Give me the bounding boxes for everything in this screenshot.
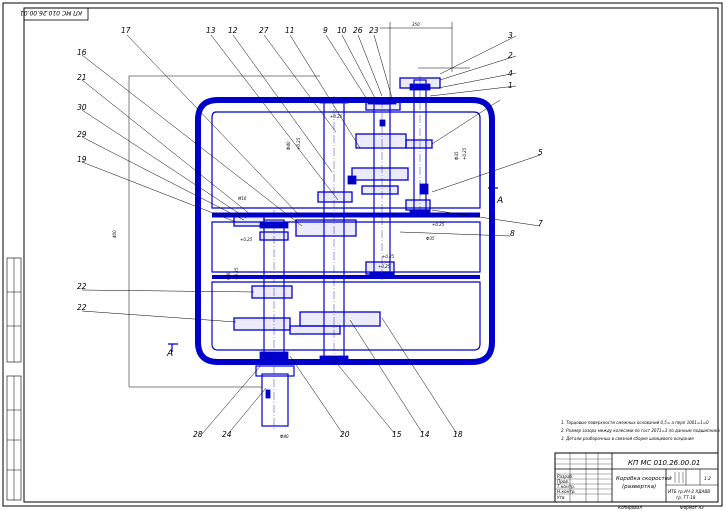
svg-text:Ф35: Ф35 bbox=[426, 236, 435, 241]
svg-text:Ф30: Ф30 bbox=[226, 271, 231, 280]
dim-height: 400 bbox=[112, 230, 117, 238]
callout-21: 21 bbox=[77, 73, 87, 82]
svg-text:Ф40: Ф40 bbox=[286, 141, 291, 150]
callout-15: 15 bbox=[392, 430, 402, 439]
title-name-1: Коробка скоростей bbox=[616, 476, 672, 482]
callout-27: 27 bbox=[259, 26, 269, 35]
callout-9: 9 bbox=[323, 26, 328, 35]
svg-text:Ф40: Ф40 bbox=[280, 434, 289, 439]
callout-16: 16 bbox=[77, 48, 87, 57]
callout-26: 26 bbox=[353, 26, 363, 35]
title-org-2: гр. ТТ-18 bbox=[676, 495, 696, 500]
footer-copied: Копировал bbox=[618, 505, 642, 510]
callout-24: 24 bbox=[222, 430, 232, 439]
svg-text:+0.25: +0.25 bbox=[296, 137, 301, 150]
svg-text:+0.25: +0.25 bbox=[330, 114, 343, 119]
callout-29: 29 bbox=[77, 130, 87, 139]
callout-30: 30 bbox=[77, 103, 87, 112]
callout-5: 5 bbox=[538, 148, 543, 157]
technical-notes: 1. Торцовые поверхности смежных основани… bbox=[561, 420, 720, 441]
title-row-4: Н.контр. bbox=[557, 489, 576, 494]
callout-28: 28 bbox=[193, 430, 203, 439]
callout-22b: 22 bbox=[77, 303, 87, 312]
svg-text:+0.25: +0.25 bbox=[240, 237, 253, 242]
note-1: 1. Торцовые поверхности смежных основани… bbox=[561, 420, 709, 425]
title-row-5: Утв. bbox=[557, 495, 566, 500]
callout-2: 2 bbox=[508, 51, 513, 60]
title-scale: 1:2 bbox=[704, 476, 711, 481]
callout-1: 1 bbox=[508, 81, 513, 90]
callout-8: 8 bbox=[510, 229, 515, 238]
svg-text:Ф35: Ф35 bbox=[454, 151, 459, 160]
svg-text:M16: M16 bbox=[238, 196, 247, 201]
title-name-2: (развертка) bbox=[622, 484, 656, 490]
callout-17: 17 bbox=[121, 26, 131, 35]
callout-20: 20 bbox=[340, 430, 350, 439]
callout-18: 18 bbox=[453, 430, 463, 439]
callout-22a: 22 bbox=[77, 282, 87, 291]
callout-3: 3 bbox=[508, 31, 513, 40]
footer-format: Формат А3 bbox=[680, 505, 704, 510]
note-2: 2. Размер зазора между колесами по гост … bbox=[561, 428, 720, 433]
shafts bbox=[255, 76, 427, 430]
bearings bbox=[259, 83, 431, 399]
callout-14: 14 bbox=[420, 430, 430, 439]
callout-11: 11 bbox=[285, 26, 295, 35]
callout-23: 23 bbox=[369, 26, 379, 35]
drawing-sheet: КП МС 010.26.00.01 400 350 Ф40 +0.25 Ф35… bbox=[2, 2, 723, 510]
callout-4: 4 bbox=[508, 69, 513, 78]
svg-text:+0.25: +0.25 bbox=[432, 222, 445, 227]
svg-text:+0.25: +0.25 bbox=[378, 264, 391, 269]
callout-7: 7 bbox=[538, 219, 543, 228]
title-org-1: ИТБ гр.АЧ-2 ХДАВВ bbox=[668, 489, 710, 494]
section-label-left: A bbox=[166, 349, 173, 359]
top-stamp-code: КП МС 010.26.00.01 bbox=[20, 9, 82, 16]
svg-text:+0.25: +0.25 bbox=[234, 267, 239, 280]
callout-12: 12 bbox=[228, 26, 238, 35]
callout-10: 10 bbox=[337, 26, 347, 35]
note-3: 3. Детали разборочных в связной сборке ш… bbox=[561, 436, 694, 441]
svg-text:+0.25: +0.25 bbox=[382, 254, 395, 259]
callout-19: 19 bbox=[77, 155, 87, 164]
svg-text:+0.25: +0.25 bbox=[462, 147, 467, 160]
section-label-right: A bbox=[496, 196, 503, 206]
callout-13: 13 bbox=[206, 26, 216, 35]
title-code: КП МС 010.26.00.01 bbox=[628, 459, 700, 467]
dim-top: 350 bbox=[412, 22, 420, 27]
